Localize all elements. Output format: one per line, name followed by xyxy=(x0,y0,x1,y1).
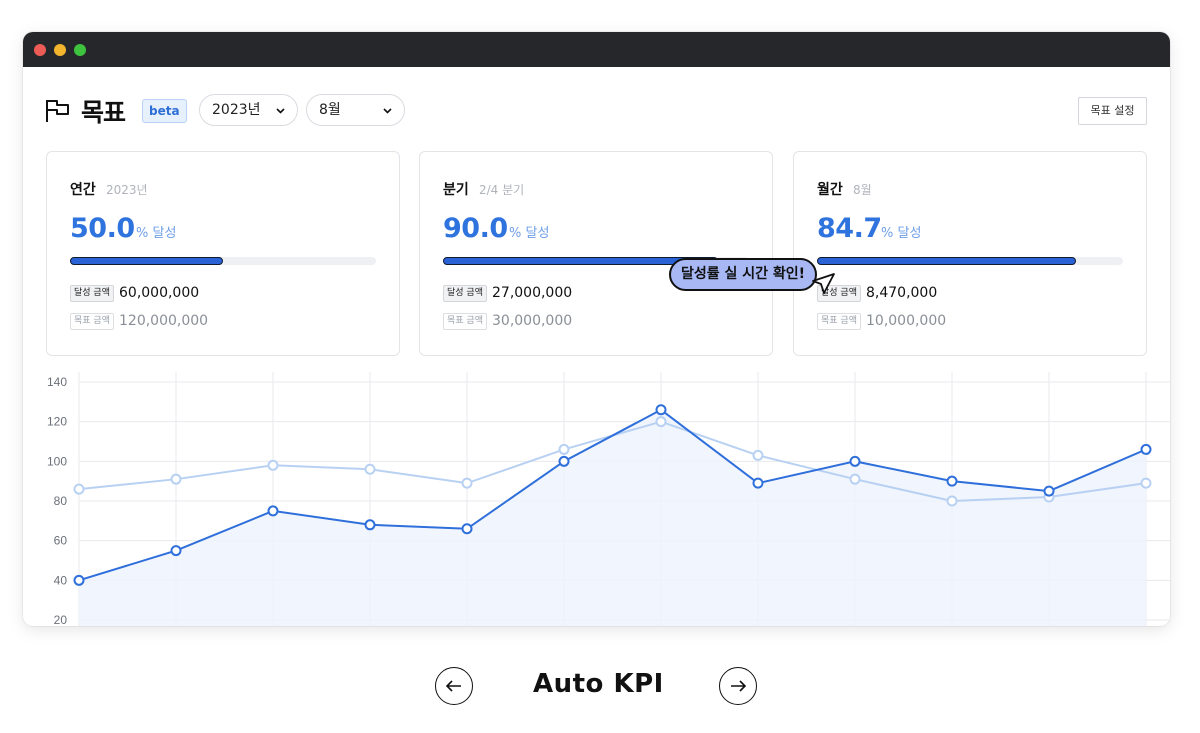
card-title: 월간 xyxy=(817,182,843,198)
card-title: 연간 xyxy=(70,182,96,198)
data-point-series-0 xyxy=(267,505,279,517)
y-tick-label: 60 xyxy=(54,534,68,548)
card-title: 분기 xyxy=(443,182,469,198)
y-tick-label: 40 xyxy=(54,573,68,587)
goal-amount-label: 목표 금액 xyxy=(817,313,861,330)
quarterly-card: 분기 2/4 분기 90.0 % 달성 달성 금액 27,000,000 목표 … xyxy=(419,151,773,356)
arrow-right-icon xyxy=(731,680,747,692)
goal-amount: 30,000,000 xyxy=(492,313,573,329)
goal-amount: 10,000,000 xyxy=(866,313,947,329)
data-point-series-0 xyxy=(461,523,473,535)
achievement-unit: % 달성 xyxy=(509,226,550,241)
y-tick-label: 100 xyxy=(47,454,67,468)
title-bar xyxy=(23,32,1170,67)
month-select-value: 8월 xyxy=(319,102,341,118)
card-period: 2023년 xyxy=(106,183,148,197)
data-point-series-1 xyxy=(267,459,279,471)
data-point-series-1 xyxy=(946,495,958,507)
cursor-arrow-icon xyxy=(812,273,835,294)
data-point-series-1 xyxy=(849,473,861,485)
y-tick-label: 80 xyxy=(54,494,68,508)
month-select[interactable]: 8월 xyxy=(306,94,405,126)
chevron-down-icon xyxy=(276,108,285,114)
app-window: 목표 beta 2023년 8월 목표 설정 연간 2023년 50.0 % 달… xyxy=(23,32,1170,626)
y-tick-label: 20 xyxy=(54,613,68,626)
kpi-line-chart: 20 40 60 80 100 120 140 xyxy=(47,372,1170,626)
y-tick-label: 140 xyxy=(47,375,67,389)
y-tick-label: 120 xyxy=(47,415,67,429)
page-header: 목표 beta 2023년 8월 목표 설정 xyxy=(23,67,1170,152)
progress-bar xyxy=(70,257,376,265)
achievement-rate: 50.0 xyxy=(70,213,135,244)
card-period: 2/4 분기 xyxy=(479,183,525,197)
monthly-card: 월간 8월 84.7 % 달성 달성 금액 8,470,000 목표 금액 10… xyxy=(793,151,1147,356)
page-title: 목표 xyxy=(81,98,126,127)
beta-badge: beta xyxy=(142,99,187,123)
data-point-series-1 xyxy=(1140,477,1152,489)
maximize-window-button[interactable] xyxy=(74,43,86,56)
close-window-button[interactable] xyxy=(34,43,46,56)
bottom-navigation: Auto KPI xyxy=(0,650,1200,720)
year-select-value: 2023년 xyxy=(212,102,261,118)
goal-amount: 120,000,000 xyxy=(119,313,209,329)
achievement-unit: % 달성 xyxy=(881,226,922,241)
data-point-series-0 xyxy=(558,455,570,467)
data-point-series-0 xyxy=(946,475,958,487)
achievement-rate: 84.7 xyxy=(817,213,882,244)
achieved-amount: 27,000,000 xyxy=(492,285,573,301)
chevron-down-icon xyxy=(383,108,392,114)
goal-settings-button[interactable]: 목표 설정 xyxy=(1078,97,1147,125)
product-title: Auto KPI xyxy=(533,669,664,699)
data-point-series-0 xyxy=(364,519,376,531)
data-point-series-0 xyxy=(73,574,85,586)
data-point-series-1 xyxy=(73,483,85,495)
data-point-series-0 xyxy=(752,477,764,489)
arrow-left-icon xyxy=(445,680,461,692)
progress-fill xyxy=(817,257,1077,265)
achieved-amount-label: 달성 금액 xyxy=(70,285,114,302)
achievement-unit: % 달성 xyxy=(136,226,177,241)
data-point-series-1 xyxy=(558,443,570,455)
achieved-amount: 60,000,000 xyxy=(119,285,200,301)
realtime-tooltip: 달성률 실 시간 확인! xyxy=(669,258,818,291)
previous-button[interactable] xyxy=(435,667,473,705)
data-point-series-0 xyxy=(1043,485,1055,497)
achievement-rate: 90.0 xyxy=(443,213,508,244)
data-point-series-0 xyxy=(655,404,667,416)
achieved-amount: 8,470,000 xyxy=(866,285,938,301)
series-area-0 xyxy=(79,409,1146,626)
card-period: 8월 xyxy=(853,183,872,197)
goal-amount-label: 목표 금액 xyxy=(443,313,487,330)
data-point-series-1 xyxy=(170,473,182,485)
data-point-series-0 xyxy=(170,545,182,557)
achieved-amount-label: 달성 금액 xyxy=(443,285,487,302)
year-select[interactable]: 2023년 xyxy=(199,94,298,126)
data-point-series-1 xyxy=(364,463,376,475)
data-point-series-0 xyxy=(849,455,861,467)
progress-fill xyxy=(70,257,223,265)
data-point-series-0 xyxy=(1140,443,1152,455)
data-point-series-1 xyxy=(752,449,764,461)
next-button[interactable] xyxy=(719,667,757,705)
data-point-series-1 xyxy=(461,477,473,489)
minimize-window-button[interactable] xyxy=(54,43,66,56)
data-point-series-1 xyxy=(655,416,667,428)
annual-card: 연간 2023년 50.0 % 달성 달성 금액 60,000,000 목표 금… xyxy=(46,151,400,356)
goal-amount-label: 목표 금액 xyxy=(70,313,114,330)
flag-icon xyxy=(46,100,69,122)
progress-bar xyxy=(817,257,1123,265)
